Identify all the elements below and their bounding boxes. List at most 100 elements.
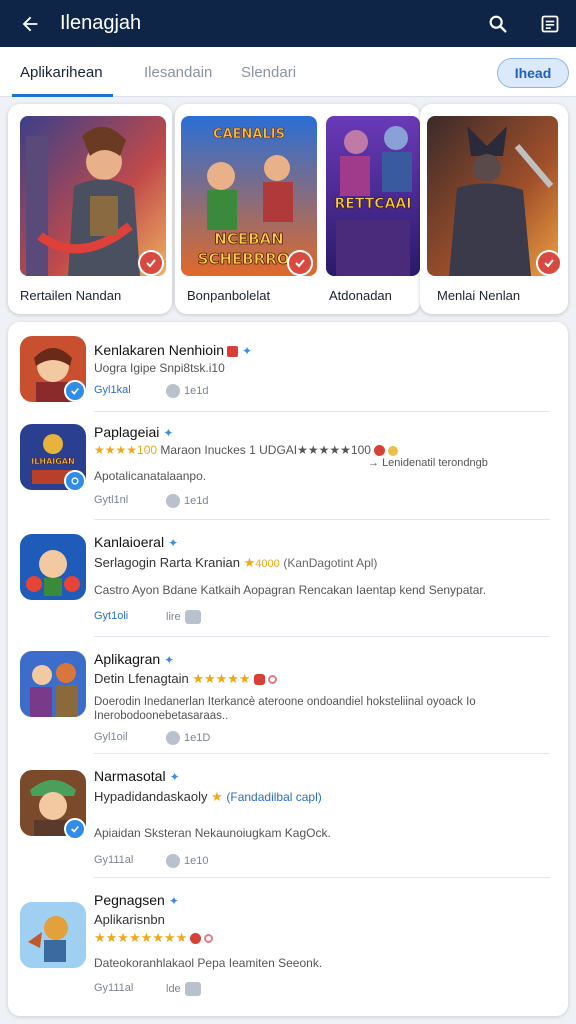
app-meta-link[interactable]: Gyl1kal: [94, 384, 131, 396]
app-description: Dateokoranhlakaol Pepa Ieamiten Seeonk.: [94, 956, 323, 970]
app-title: Kanlaioeral ✦: [94, 534, 179, 550]
search-button[interactable]: [472, 0, 524, 47]
featured-name: Rertailen Nandan: [20, 288, 122, 303]
red-badge-icon: [190, 933, 202, 945]
app-list: Kenlakaren Nenhioin ✦ Uogra Igipe Snpi8ts…: [8, 322, 568, 1016]
icon-text: ILHAIGAN: [31, 457, 74, 466]
featured-card[interactable]: CAENALIS NCEBAN SCHEBRROS Bonpanbolelat …: [175, 104, 420, 314]
verified-tick-icon: ✦: [163, 426, 174, 440]
verified-icon: [64, 380, 86, 402]
arrow-left-icon: [22, 16, 38, 31]
check-badge-icon: [287, 250, 313, 276]
app-bar: Ilenagjah: [0, 0, 576, 47]
red-badge-icon: [253, 674, 265, 686]
svg-text:NCEBAN: NCEBAN: [214, 230, 283, 248]
app-size: lde: [166, 982, 201, 996]
verified-tick-icon: ✦: [168, 536, 179, 550]
app-size: lire: [166, 610, 201, 624]
featured-art: [427, 116, 558, 276]
pink-badge-icon: [204, 934, 214, 944]
app-description-cont: Inerobodoonebetasaraas..: [94, 710, 229, 722]
pink-badge-icon: [267, 675, 277, 685]
art-title: RETTCAAI: [335, 196, 412, 212]
list-item[interactable]: Kenlakaren Nenhioin ✦ Uogra Igipe Snpi8ts…: [8, 322, 568, 412]
check-badge-icon: [536, 250, 562, 276]
tab-bar: Aplikarihean Ilesandain Slendari Ihead: [0, 47, 576, 97]
list-menu-button[interactable]: [524, 0, 576, 47]
app-rating-line: Serlagogin Rarta Kranian ★4000 (KanDagot…: [94, 555, 378, 570]
app-meta: Gytl1nl: [94, 494, 129, 506]
featured-name: Atdonadan: [329, 288, 392, 303]
app-meta: Gy111al: [94, 854, 134, 866]
list-item[interactable]: Pegnagsen ✦ Aplikarisnbn ★★★★★★★★ Dateoko…: [8, 878, 568, 1008]
app-size: 1e10: [166, 854, 208, 868]
list-item[interactable]: Aplikagran ✦ Detin Lfenagtain ★★★★★ Doero…: [8, 637, 568, 754]
verified-tick-icon: ✦: [169, 770, 180, 784]
app-meta: Gy111al: [94, 982, 134, 994]
app-title: Narmasotal ✦: [94, 768, 180, 784]
search-icon: [489, 15, 507, 33]
app-rating-line: ★★★★100 Maraon Inuckes 1 UDGAI★★★★★100: [94, 443, 398, 457]
app-icon: [20, 902, 86, 968]
app-icon: [20, 534, 86, 600]
check-badge-icon: [138, 250, 164, 276]
verified-icon: [64, 818, 86, 840]
app-title: Paplageiai ✦: [94, 424, 174, 440]
svg-text:SCHEBRROS: SCHEBRROS: [198, 250, 301, 268]
app-size: 1e1d: [166, 494, 208, 508]
tab-aplikarihean[interactable]: Aplikarihean: [12, 47, 113, 97]
tab-slendari[interactable]: Slendari: [241, 47, 296, 97]
size-icon: [184, 610, 201, 624]
tab-ilesandain[interactable]: Ilesandain: [144, 47, 212, 97]
gold-badge-icon: [387, 445, 398, 456]
size-icon: [184, 982, 201, 996]
list-item[interactable]: ILHAIGAN Paplageiai ✦ ★★★★100 Maraon Inuc…: [8, 412, 568, 520]
app-size: 1e1D: [166, 731, 210, 745]
app-meta: Gyl1oil: [94, 731, 128, 743]
app-subtitle: Uogra Igipe Snpi8tsk.i10: [94, 361, 225, 375]
verified-tick-icon: ✦: [168, 894, 179, 908]
size-icon: [166, 384, 180, 398]
list-item[interactable]: Kanlaioeral ✦ Serlagogin Rarta Kranian ★4…: [8, 520, 568, 637]
app-title: Pegnagsen ✦: [94, 892, 179, 908]
star-icon: ★: [211, 789, 223, 804]
app-rating-line: Detin Lfenagtain ★★★★★: [94, 671, 277, 687]
rating-stars: ★★★★100: [94, 443, 158, 457]
star-icon: ★: [243, 555, 256, 570]
featured-name: Menlai Nenlan: [437, 288, 521, 303]
app-description: Castro Ayon Bdane Katkaih Aopagran Renca…: [94, 583, 487, 597]
featured-art: RETTCAAI: [326, 116, 420, 276]
list-icon: [541, 15, 559, 32]
verified-tick-icon: ✦: [241, 344, 253, 358]
app-icon: [20, 651, 86, 717]
app-size: 1e1d: [166, 384, 208, 398]
app-meta-link[interactable]: Gyt1oli: [94, 610, 128, 622]
red-badge-icon: [373, 445, 385, 457]
page-title: Ilenagjah: [60, 12, 142, 34]
app-rating-line: ★★★★★★★★: [94, 930, 214, 946]
featured-card[interactable]: Rertailen Nandan: [8, 104, 172, 314]
size-icon: [166, 854, 180, 868]
app-rating-line: Hypadidandaskaoly ★ (Fandadilbal capl): [94, 789, 322, 804]
rating-stars: ★★★★★: [192, 671, 251, 686]
art-title-top: CAENALIS: [213, 127, 285, 142]
verified-tick-icon: ✦: [164, 653, 175, 667]
featured-name: Bonpanbolelat: [187, 288, 271, 303]
refresh-icon: [64, 470, 86, 492]
back-button[interactable]: [0, 0, 60, 47]
app-title: Kenlakaren Nenhioin ✦: [94, 342, 253, 358]
featured-card[interactable]: Menlai Nenlan: [420, 104, 568, 314]
head-filter-pill[interactable]: Ihead: [497, 58, 569, 88]
app-subtitle: Aplikarisnbn: [94, 912, 165, 927]
list-item[interactable]: Narmasotal ✦ Hypadidandaskaoly ★ (Fandadi…: [8, 754, 568, 878]
size-icon: [166, 731, 180, 745]
rating-stars: ★★★★★★★★: [94, 930, 188, 945]
app-description: Apotalicanatalaanpo.: [94, 469, 207, 483]
app-description: Doerodin Inedanerlan Iterkancè ateroone …: [94, 696, 476, 708]
red-badge-icon: [226, 345, 238, 357]
app-extra: → Lenidenatil terondngb: [368, 457, 488, 469]
featured-carousel: Rertailen Nandan CAENALIS NCEBAN SCHEBRR…: [8, 104, 568, 314]
app-title: Aplikagran ✦: [94, 651, 175, 667]
size-icon: [166, 494, 180, 508]
app-description: Apiaidan Sksteran Nekaunoiugkam KagOck.: [94, 826, 331, 840]
